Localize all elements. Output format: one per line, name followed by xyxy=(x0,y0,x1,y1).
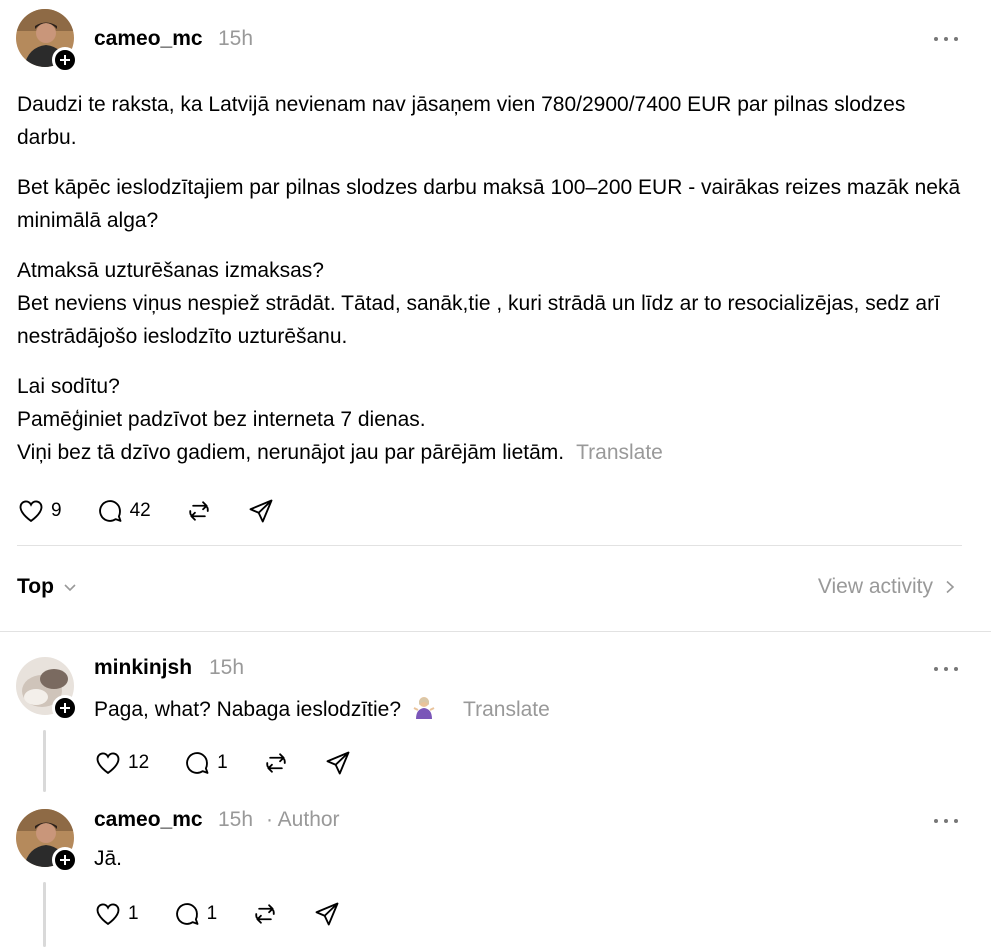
repost-button[interactable] xyxy=(251,900,279,928)
reply-username[interactable]: cameo_mc xyxy=(94,808,203,832)
divider xyxy=(17,545,962,546)
like-button[interactable]: 12 xyxy=(94,749,149,777)
repost-icon xyxy=(255,904,275,924)
reply-actions: 12 1 xyxy=(94,749,386,777)
sort-dropdown[interactable]: Top xyxy=(17,575,78,599)
follow-plus-icon[interactable] xyxy=(52,847,78,873)
share-button[interactable] xyxy=(313,900,341,928)
sort-label: Top xyxy=(17,575,54,598)
post-avatar[interactable] xyxy=(16,9,78,73)
send-icon xyxy=(326,751,350,775)
reply-button[interactable]: 1 xyxy=(183,749,228,777)
translate-link[interactable]: Translate xyxy=(463,698,550,722)
translate-link[interactable]: Translate xyxy=(576,441,663,464)
like-button[interactable]: 1 xyxy=(94,900,139,928)
more-options-icon[interactable] xyxy=(934,817,958,825)
post-time[interactable]: 15h xyxy=(218,27,253,51)
share-button[interactable] xyxy=(324,749,352,777)
post-body: Daudzi te raksta, ka Latvijā nevienam na… xyxy=(17,88,967,486)
post-line: Lai sodītu? xyxy=(17,375,120,398)
follow-plus-icon[interactable] xyxy=(52,695,78,721)
reply-username[interactable]: minkinjsh xyxy=(94,656,192,680)
send-icon xyxy=(249,499,273,523)
heart-icon xyxy=(96,903,120,926)
post-line: Viņi bez tā dzīvo gadiem, nerunājot jau … xyxy=(17,441,565,464)
post-paragraph: Atmaksā uzturēšanas izmaksas? Bet nevien… xyxy=(17,254,967,353)
thread-line xyxy=(43,882,46,947)
reply-count: 42 xyxy=(129,500,151,521)
like-count: 9 xyxy=(51,500,62,521)
chevron-right-icon xyxy=(946,580,955,594)
heart-icon xyxy=(19,500,43,523)
author-label: · Author xyxy=(266,808,340,831)
reply-count: 1 xyxy=(206,903,218,924)
post-line: Atmaksā uzturēšanas izmaksas? xyxy=(17,259,324,282)
heart-icon xyxy=(96,752,120,775)
post-paragraph: Bet kāpēc ieslodzītajiem par pilnas slod… xyxy=(17,176,961,232)
reply-text: Paga, what? Nabaga ieslodzītie? xyxy=(94,698,402,721)
repost-icon xyxy=(189,501,209,521)
chevron-down-icon xyxy=(64,584,76,592)
reply-button[interactable]: 1 xyxy=(173,900,218,928)
reply-time[interactable]: 15h xyxy=(209,656,244,680)
reply-body: Paga, what? Nabaga ieslodzītie? Translat… xyxy=(94,695,550,725)
post-line: Pamēģiniet padzīvot bez interneta 7 dien… xyxy=(17,408,426,431)
reply-body: Jā. xyxy=(94,847,122,871)
like-count: 12 xyxy=(128,752,150,773)
comment-icon xyxy=(186,752,209,774)
comment-icon xyxy=(98,500,122,522)
reply-text: Jā. xyxy=(94,847,123,870)
more-options-icon[interactable] xyxy=(934,665,958,673)
repost-icon xyxy=(266,753,286,773)
post-username[interactable]: cameo_mc xyxy=(94,27,203,51)
share-button[interactable] xyxy=(247,497,275,525)
post-line: Bet neviens viņus nespiež strādāt. Tātad… xyxy=(17,292,940,348)
person-shrugging-emoji xyxy=(413,695,435,725)
thread-line xyxy=(43,730,46,792)
view-activity-label: View activity xyxy=(817,575,933,598)
post-paragraph: Daudzi te raksta, ka Latvijā nevienam na… xyxy=(17,93,906,149)
view-activity-link[interactable]: View activity xyxy=(818,575,957,599)
comment-icon xyxy=(175,903,199,925)
like-button[interactable]: 9 xyxy=(17,497,62,525)
repost-button[interactable] xyxy=(262,749,290,777)
divider xyxy=(0,631,991,632)
post-paragraph: Lai sodītu? Pamēģiniet padzīvot bez inte… xyxy=(17,370,967,469)
reply-time[interactable]: 15h xyxy=(218,808,253,832)
reply-count: 1 xyxy=(217,752,228,773)
reply-actions: 1 1 xyxy=(94,900,375,928)
reply-button[interactable]: 42 xyxy=(96,497,151,525)
reply-avatar[interactable] xyxy=(16,809,78,873)
post-actions: 9 42 xyxy=(17,497,309,525)
reply-avatar[interactable] xyxy=(16,657,78,721)
like-count: 1 xyxy=(128,903,139,924)
repost-button[interactable] xyxy=(185,497,213,525)
more-options-icon[interactable] xyxy=(934,35,958,43)
follow-plus-icon[interactable] xyxy=(52,47,78,73)
send-icon xyxy=(315,902,339,926)
